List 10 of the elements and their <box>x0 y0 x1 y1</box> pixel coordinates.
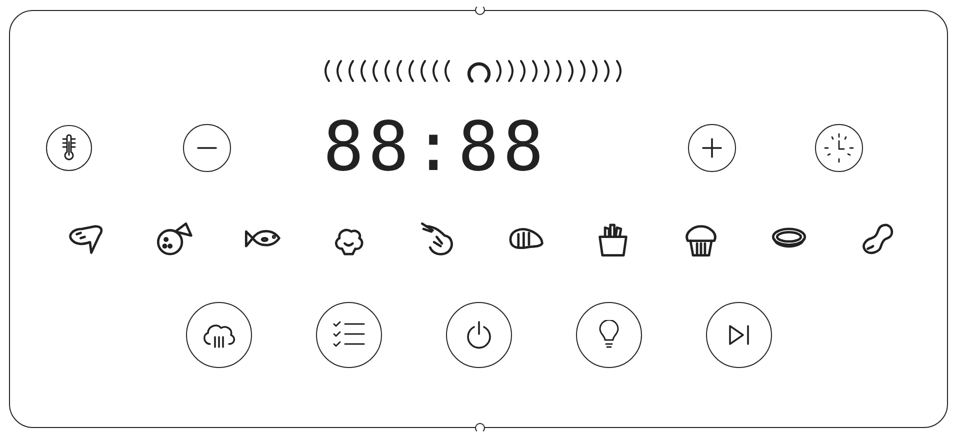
plus-button[interactable] <box>688 124 736 172</box>
time-display: 88:88 <box>323 114 548 182</box>
timer-button[interactable] <box>814 124 863 172</box>
minus-button[interactable] <box>183 124 231 172</box>
light-bulb-icon <box>598 320 620 350</box>
power-icon <box>464 320 492 350</box>
temperature-button[interactable] <box>46 125 92 171</box>
play-next-icon <box>726 324 750 346</box>
minus-icon <box>197 146 217 150</box>
plus-icon <box>702 138 722 158</box>
